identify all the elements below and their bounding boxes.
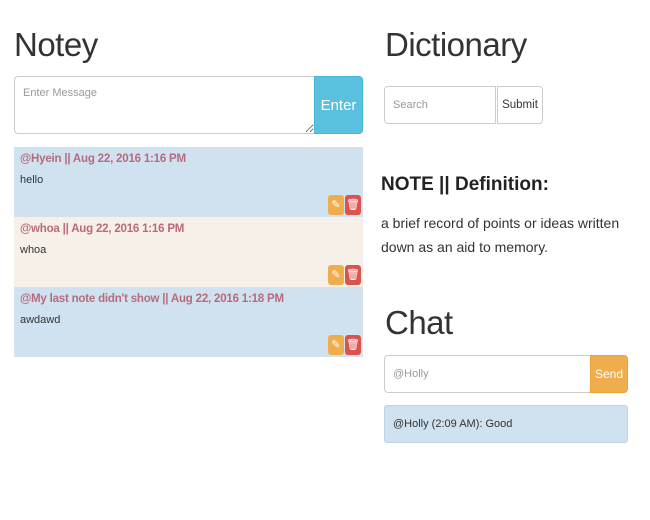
enter-button[interactable]: Enter	[314, 76, 363, 134]
edit-icon[interactable]: ✎	[328, 195, 344, 215]
note-header: @Hyein || Aug 22, 2016 1:16 PM	[20, 153, 186, 165]
message-input[interactable]	[14, 76, 314, 134]
notes-list: @Hyein || Aug 22, 2016 1:16 PM hello ✎ 🗑…	[14, 147, 363, 357]
note-actions: ✎ 🗑	[328, 265, 361, 285]
note-actions: ✎ 🗑	[328, 335, 361, 355]
note-header: @whoa || Aug 22, 2016 1:16 PM	[20, 223, 185, 235]
submit-button[interactable]: Submit	[497, 86, 543, 124]
chat-title: Chat	[385, 304, 453, 341]
chat-message: @Holly (2:09 AM): Good	[384, 405, 628, 443]
send-button[interactable]: Send	[590, 355, 628, 393]
search-input[interactable]	[384, 86, 496, 124]
note-body: whoa	[20, 244, 47, 256]
trash-icon[interactable]: 🗑	[345, 335, 361, 355]
edit-icon[interactable]: ✎	[328, 265, 344, 285]
edit-icon[interactable]: ✎	[328, 335, 344, 355]
note-body: hello	[20, 174, 44, 186]
dictionary-title: Dictionary	[385, 26, 527, 63]
definition-text: a brief record of points or ideas writte…	[381, 215, 620, 255]
trash-icon[interactable]: 🗑	[345, 195, 361, 215]
note-header: @My last note didn't show || Aug 22, 201…	[20, 293, 284, 305]
definition-heading: NOTE || Definition:	[381, 174, 549, 195]
note-actions: ✎ 🗑	[328, 195, 361, 215]
notey-title: Notey	[14, 26, 98, 63]
note-item: @My last note didn't show || Aug 22, 201…	[14, 287, 363, 357]
message-form: Enter	[14, 76, 363, 134]
chat-input[interactable]	[384, 355, 590, 393]
note-item: @whoa || Aug 22, 2016 1:16 PM whoa ✎ 🗑	[14, 217, 363, 287]
note-body: awdawd	[20, 314, 61, 326]
trash-icon[interactable]: 🗑	[345, 265, 361, 285]
note-item: @Hyein || Aug 22, 2016 1:16 PM hello ✎ 🗑	[14, 147, 363, 217]
